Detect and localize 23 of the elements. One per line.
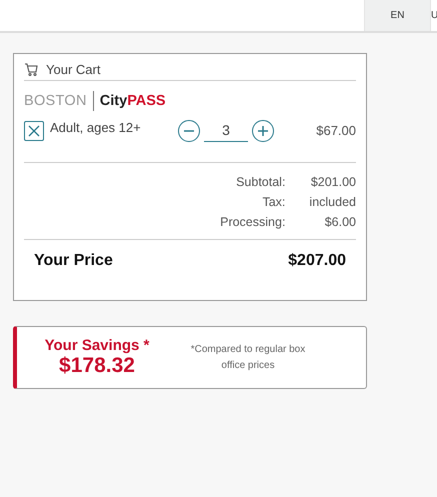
cart-icon [24,63,38,76]
summary-label: Processing: [219,215,286,229]
total-value: $207.00 [288,252,346,270]
savings-note: *Compared to regular box office prices [190,342,306,372]
summary-value: $201.00 [310,175,356,189]
citypass-logo: BOSTON CityPASS [24,91,167,111]
savings-amount: $178.32 [59,354,135,378]
close-icon [28,124,40,136]
summary-value: included [309,195,356,209]
decrease-button[interactable] [178,120,200,142]
summary-value: $6.00 [324,215,356,229]
summary-label: Tax: [261,195,286,209]
summary-label: Subtotal: [235,175,286,189]
remove-button[interactable] [24,120,44,140]
increase-button[interactable] [252,120,274,142]
ticket-label: Adult, ages 12+ [50,120,142,135]
total-label: Your Price [34,252,113,270]
ticket-price: $67.00 [316,123,356,138]
savings-title: Your Savings * [44,337,150,354]
plus-icon [258,126,268,136]
language-tab[interactable]: EN [364,0,430,31]
minus-icon [184,130,194,132]
cart-title: Your Cart [46,62,100,77]
